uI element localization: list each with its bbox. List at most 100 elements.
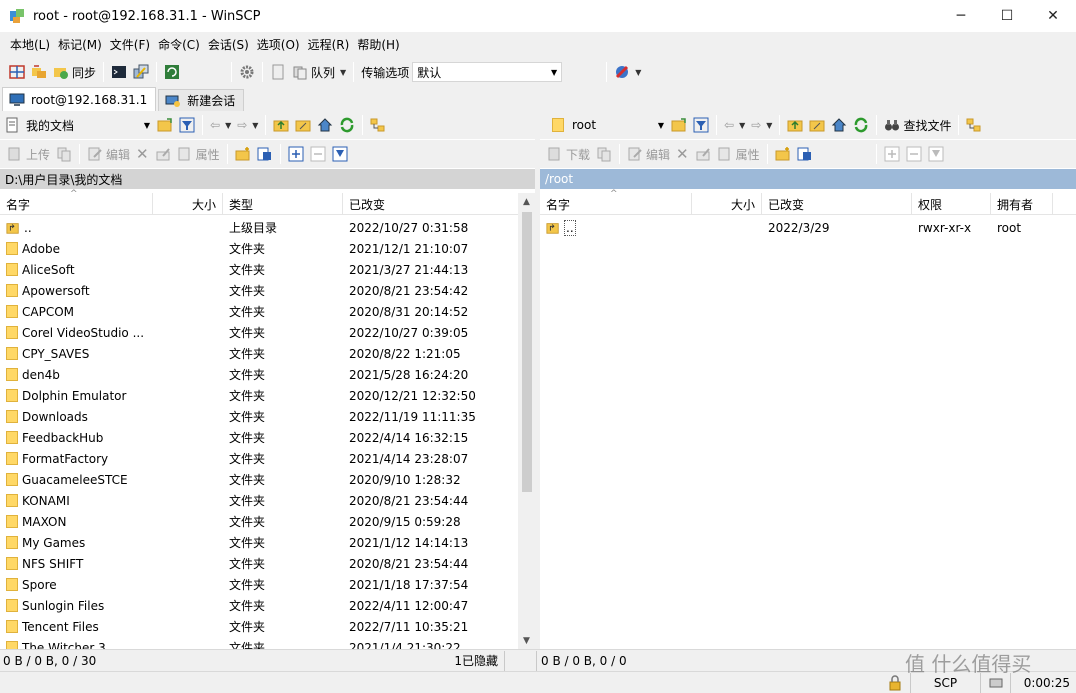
- table-row[interactable]: Corel VideoStudio ... 文件夹 2022/10/27 0:39:…: [0, 322, 518, 343]
- table-row[interactable]: Tencent Files 文件夹 2022/7/11 10:35:21: [0, 616, 518, 637]
- remote-location-select[interactable]: root ▼: [568, 115, 668, 135]
- menu-local[interactable]: 本地(L): [6, 36, 54, 53]
- column-size[interactable]: 大小: [692, 193, 762, 215]
- disconnect-button[interactable]: ▼: [611, 61, 644, 83]
- table-row[interactable]: GuacameleeSTCE 文件夹 2020/9/10 1:28:32: [0, 469, 518, 490]
- remote-back-button[interactable]: ⇦ ▼: [721, 114, 748, 136]
- tab-new-session[interactable]: 新建会话: [158, 89, 245, 111]
- synchronize-browse-button[interactable]: [28, 61, 50, 83]
- local-unselect-button[interactable]: [307, 143, 329, 165]
- compare-button[interactable]: [6, 61, 28, 83]
- queue-button[interactable]: 队列 ▼: [289, 61, 349, 83]
- menu-remote[interactable]: 远程(R): [304, 36, 354, 53]
- local-open-folder-button[interactable]: [154, 114, 176, 136]
- remote-forward-button[interactable]: ⇨ ▼: [748, 114, 775, 136]
- remote-home-button[interactable]: [828, 114, 850, 136]
- column-changed[interactable]: 已改变: [762, 193, 912, 215]
- table-row[interactable]: KONAMI 文件夹 2020/8/21 23:54:44: [0, 490, 518, 511]
- table-row[interactable]: Apowersoft 文件夹 2020/8/21 23:54:42: [0, 280, 518, 301]
- local-refresh-button[interactable]: [336, 114, 358, 136]
- table-row[interactable]: den4b 文件夹 2021/5/28 16:24:20: [0, 364, 518, 385]
- local-back-button[interactable]: ⇦ ▼: [207, 114, 234, 136]
- table-row[interactable]: FeedbackHub 文件夹 2022/4/14 16:32:15: [0, 427, 518, 448]
- local-select-all-button[interactable]: [285, 143, 307, 165]
- local-filter-button[interactable]: [176, 114, 198, 136]
- remote-edit-button[interactable]: 编辑: [624, 143, 673, 165]
- local-location-select[interactable]: 我的文档 ▼: [22, 115, 154, 135]
- table-row[interactable]: CPY_SAVES 文件夹 2020/8/22 1:21:05: [0, 343, 518, 364]
- download-button[interactable]: 下载: [544, 143, 593, 165]
- table-row[interactable]: Dolphin Emulator 文件夹 2020/12/21 12:32:50: [0, 385, 518, 406]
- remote-select-all-button[interactable]: [881, 143, 903, 165]
- remote-tree-button[interactable]: [963, 114, 985, 136]
- minimize-button[interactable]: ─: [938, 0, 984, 32]
- scroll-up-icon[interactable]: ▲: [518, 193, 535, 210]
- remote-open-folder-button[interactable]: [668, 114, 690, 136]
- table-row[interactable]: Downloads 文件夹 2022/11/19 11:11:35: [0, 406, 518, 427]
- local-root-dir-button[interactable]: [292, 114, 314, 136]
- remote-delete-button[interactable]: ✕: [673, 143, 692, 165]
- close-button[interactable]: ✕: [1030, 0, 1076, 32]
- column-changed[interactable]: 已改变: [343, 193, 518, 215]
- column-owner[interactable]: 拥有者: [991, 193, 1053, 215]
- local-select-button[interactable]: [254, 143, 276, 165]
- scroll-thumb[interactable]: [522, 212, 532, 492]
- local-parent-dir-button[interactable]: [270, 114, 292, 136]
- maximize-button[interactable]: ☐: [984, 0, 1030, 32]
- table-row[interactable]: .. 2022/3/29 rwxr-xr-x root: [540, 217, 1076, 238]
- remote-unselect-button[interactable]: [903, 143, 925, 165]
- remote-properties-button[interactable]: 属性: [714, 143, 763, 165]
- column-name[interactable]: 名字 ^: [540, 189, 692, 215]
- remote-copy-button[interactable]: [593, 143, 615, 165]
- local-scrollbar[interactable]: ▲ ▼: [518, 193, 535, 649]
- find-files-button[interactable]: 查找文件: [881, 114, 954, 136]
- table-row[interactable]: Adobe 文件夹 2021/12/1 21:10:07: [0, 238, 518, 259]
- remote-filter-button[interactable]: [690, 114, 712, 136]
- local-new-folder-button[interactable]: [232, 143, 254, 165]
- local-properties-button[interactable]: 属性: [174, 143, 223, 165]
- menu-mark[interactable]: 标记(M): [54, 36, 106, 53]
- remote-root-dir-button[interactable]: [806, 114, 828, 136]
- column-rights[interactable]: 权限: [912, 193, 991, 215]
- local-edit-button[interactable]: 编辑: [84, 143, 133, 165]
- table-row[interactable]: .. 上级目录 2022/10/27 0:31:58: [0, 217, 518, 238]
- table-row[interactable]: CAPCOM 文件夹 2020/8/31 20:14:52: [0, 301, 518, 322]
- table-row[interactable]: Spore 文件夹 2021/1/18 17:37:54: [0, 574, 518, 595]
- refresh-session-button[interactable]: [161, 61, 183, 83]
- menu-help[interactable]: 帮助(H): [353, 36, 403, 53]
- remote-new-folder-button[interactable]: [772, 143, 794, 165]
- remote-select-button[interactable]: [794, 143, 816, 165]
- queue-list-button[interactable]: [267, 61, 289, 83]
- remote-rename-button[interactable]: [692, 143, 714, 165]
- table-row[interactable]: My Games 文件夹 2021/1/12 14:14:13: [0, 532, 518, 553]
- menu-options[interactable]: 选项(O): [253, 36, 304, 53]
- local-hidden-status[interactable]: 1已隐藏: [454, 652, 498, 669]
- local-home-button[interactable]: [314, 114, 336, 136]
- transfer-preset-select[interactable]: 默认 ▼: [412, 62, 563, 82]
- preferences-button[interactable]: [236, 61, 258, 83]
- table-row[interactable]: The Witcher 3 文件夹 2021/1/4 21:30:22: [0, 637, 518, 649]
- local-tree-button[interactable]: [367, 114, 389, 136]
- menu-files[interactable]: 文件(F): [106, 36, 154, 53]
- local-copy-button[interactable]: [53, 143, 75, 165]
- remote-filter-select-button[interactable]: [925, 143, 947, 165]
- column-size[interactable]: 大小: [153, 193, 223, 215]
- synchronize-button[interactable]: 同步: [50, 61, 99, 83]
- tab-session[interactable]: root@192.168.31.1: [2, 87, 157, 111]
- console-button[interactable]: [108, 61, 130, 83]
- local-filter-select-button[interactable]: [329, 143, 351, 165]
- local-forward-button[interactable]: ⇨ ▼: [234, 114, 261, 136]
- table-row[interactable]: AliceSoft 文件夹 2021/3/27 21:44:13: [0, 259, 518, 280]
- remote-refresh-button[interactable]: [850, 114, 872, 136]
- remote-parent-dir-button[interactable]: [784, 114, 806, 136]
- table-row[interactable]: MAXON 文件夹 2020/9/15 0:59:28: [0, 511, 518, 532]
- local-rename-button[interactable]: [152, 143, 174, 165]
- table-row[interactable]: FormatFactory 文件夹 2021/4/14 23:28:07: [0, 448, 518, 469]
- local-delete-button[interactable]: ✕: [133, 143, 152, 165]
- column-name[interactable]: 名字 ^: [0, 189, 153, 215]
- table-row[interactable]: NFS SHIFT 文件夹 2020/8/21 23:54:44: [0, 553, 518, 574]
- upload-button[interactable]: 上传: [4, 143, 53, 165]
- column-type[interactable]: 类型: [223, 193, 343, 215]
- menu-session[interactable]: 会话(S): [204, 36, 253, 53]
- menu-commands[interactable]: 命令(C): [154, 36, 204, 53]
